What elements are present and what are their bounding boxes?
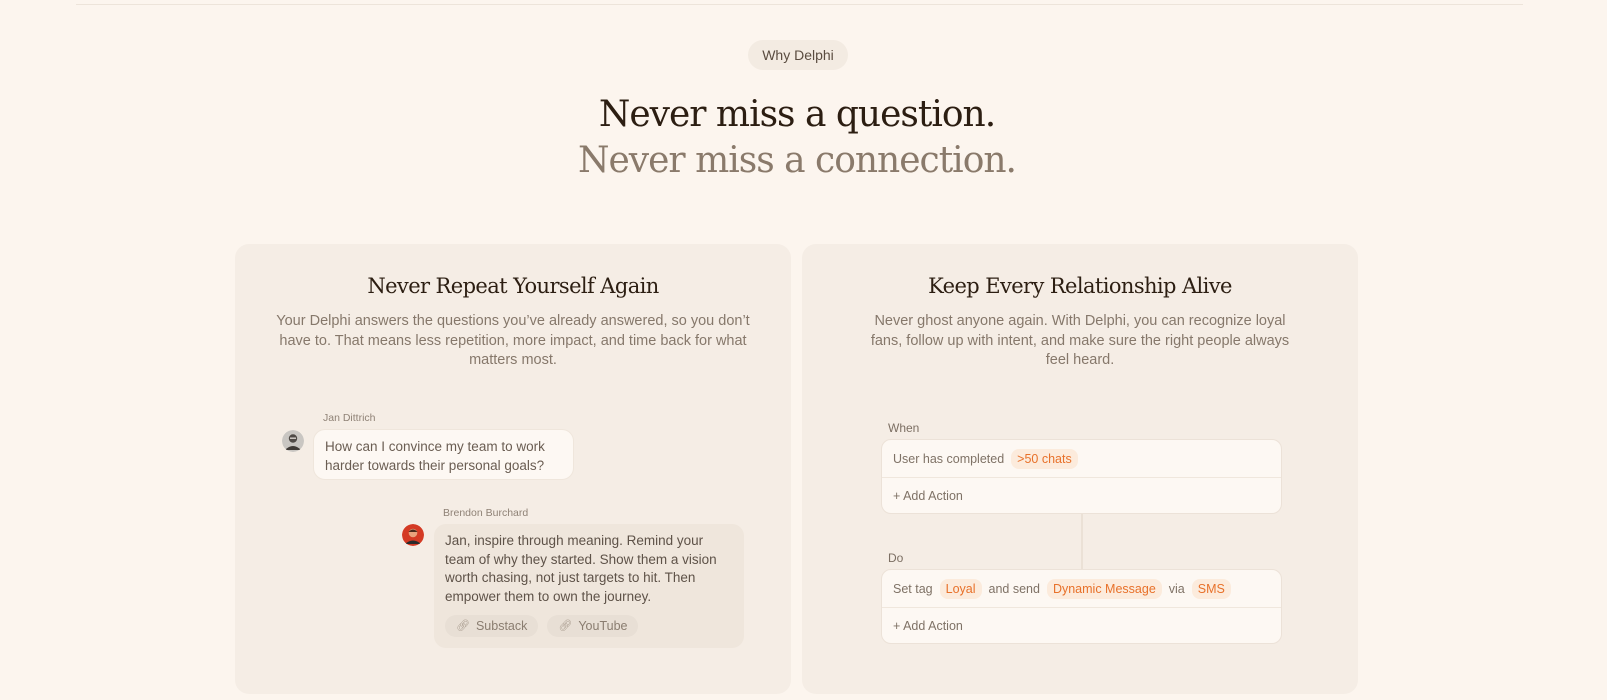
question-bubble: How can I convince my team to work harde… <box>313 429 574 480</box>
answer-bubble: Jan, inspire through meaning. Remind you… <box>434 524 744 648</box>
trigger-block: User has completed >50 chats + Add Actio… <box>881 439 1282 514</box>
link-icon: 🔗︎ <box>558 619 573 632</box>
card-description: Never ghost anyone again. With Delphi, y… <box>870 313 1290 368</box>
tag-loyal[interactable]: Loyal <box>939 578 982 599</box>
action-row[interactable]: Set tag Loyal and send Dynamic Message v… <box>882 570 1281 607</box>
answer-sender-name: Brendon Burchard <box>443 507 529 519</box>
section-badge: Why Delphi <box>748 40 848 70</box>
add-action-button[interactable]: + Add Action <box>882 477 1281 514</box>
link-icon: 🔗︎ <box>456 619 470 632</box>
condition-text: User has completed <box>893 451 1005 466</box>
source-links: 🔗︎ Substack 🔗︎ YouTube <box>445 615 639 637</box>
feature-card-relationships: Keep Every Relationship Alive Never ghos… <box>802 244 1358 694</box>
headline-secondary: Never miss a connection. <box>577 140 1017 181</box>
add-action-button[interactable]: + Add Action <box>882 607 1281 644</box>
flow-connector <box>1081 514 1083 569</box>
action-text: Set tag <box>893 581 933 596</box>
condition-tag[interactable]: >50 chats <box>1011 448 1078 469</box>
card-description: Your Delphi answers the questions you’ve… <box>276 313 750 368</box>
do-label: Do <box>888 551 904 565</box>
headline-primary: Never miss a question. <box>598 94 996 135</box>
trigger-condition-row[interactable]: User has completed >50 chats <box>882 440 1281 477</box>
when-label: When <box>888 421 920 435</box>
chip-label: YouTube <box>578 618 628 633</box>
card-title: Never Repeat Yourself Again <box>367 274 659 298</box>
avatar-brendon <box>402 524 424 546</box>
question-sender-name: Jan Dittrich <box>323 412 376 424</box>
action-text: via <box>1168 581 1185 596</box>
answer-text: Jan, inspire through meaning. Remind you… <box>445 533 717 604</box>
action-block: Set tag Loyal and send Dynamic Message v… <box>881 569 1282 644</box>
top-divider <box>76 4 1523 5</box>
chip-label: Substack <box>475 618 528 633</box>
tag-sms[interactable]: SMS <box>1191 578 1231 599</box>
feature-card-repeat: Never Repeat Yourself Again Your Delphi … <box>235 244 791 694</box>
action-text: and send <box>988 581 1040 596</box>
youtube-link-chip[interactable]: 🔗︎ YouTube <box>547 615 639 637</box>
tag-dynamic-message[interactable]: Dynamic Message <box>1046 578 1162 599</box>
avatar-jan <box>282 430 304 452</box>
substack-link-chip[interactable]: 🔗︎ Substack <box>445 615 539 637</box>
card-title: Keep Every Relationship Alive <box>928 274 1232 298</box>
